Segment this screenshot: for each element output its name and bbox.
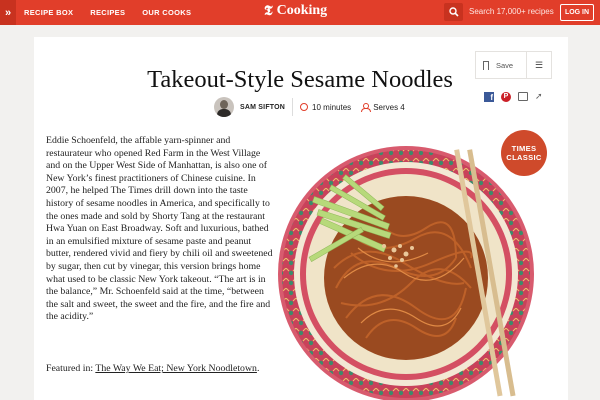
recipe-meta: SAM SIFTON 10 minutes Serves 4	[214, 97, 405, 117]
person-icon	[361, 103, 372, 112]
nav-recipes[interactable]: RECIPES	[90, 8, 125, 17]
double-chevron-icon[interactable]: »	[0, 0, 16, 25]
divider	[292, 98, 294, 116]
clock-icon	[300, 103, 309, 111]
top-bar: » RECIPE BOX RECIPES OUR COOKS 𝕿 Cooking…	[0, 0, 600, 25]
recipe-time: 10 minutes	[312, 102, 352, 112]
recipe-description: Eddie Schoenfeld, the affable yarn-spinn…	[46, 135, 273, 323]
author-avatar[interactable]	[214, 97, 234, 117]
recipe-serves: Serves 4	[373, 102, 405, 112]
top-nav: » RECIPE BOX RECIPES OUR COOKS	[0, 0, 208, 25]
author-name[interactable]: SAM SIFTON	[240, 104, 285, 111]
save-label: Save	[496, 60, 514, 70]
menu-icon[interactable]: ☰	[527, 52, 551, 78]
badge-line-2: CLASSIC	[506, 153, 542, 162]
logo-text: Cooking	[276, 3, 328, 18]
print-icon[interactable]	[518, 92, 528, 101]
save-button[interactable]: Save	[476, 52, 527, 78]
facebook-icon[interactable]: f	[484, 91, 494, 102]
search-input[interactable]: Search 17,000+ recipes	[469, 7, 554, 16]
featured-link[interactable]: The Way We Eat; New York Noodletown	[95, 363, 257, 374]
pinterest-icon[interactable]: P	[501, 91, 511, 102]
search-icon[interactable]	[444, 3, 463, 21]
badge-line-1: TIMES	[511, 144, 537, 153]
nyt-t-icon: 𝕿	[264, 3, 273, 19]
share-bar: f P ➚	[484, 91, 543, 102]
share-icon[interactable]: ➚	[535, 91, 543, 102]
bookmark-icon	[483, 60, 489, 70]
featured-in: Featured in: The Way We Eat; New York No…	[46, 363, 276, 376]
nav-recipe-box[interactable]: RECIPE BOX	[24, 8, 73, 17]
featured-suffix: .	[256, 363, 260, 374]
login-button[interactable]: LOG IN	[560, 4, 594, 21]
nav-our-cooks[interactable]: OUR COOKS	[142, 8, 191, 17]
save-box: Save ☰	[475, 51, 552, 79]
times-classic-badge: TIMES CLASSIC	[501, 130, 547, 176]
cooking-logo[interactable]: 𝕿 Cooking	[264, 3, 327, 19]
featured-prefix: Featured in:	[46, 363, 96, 374]
